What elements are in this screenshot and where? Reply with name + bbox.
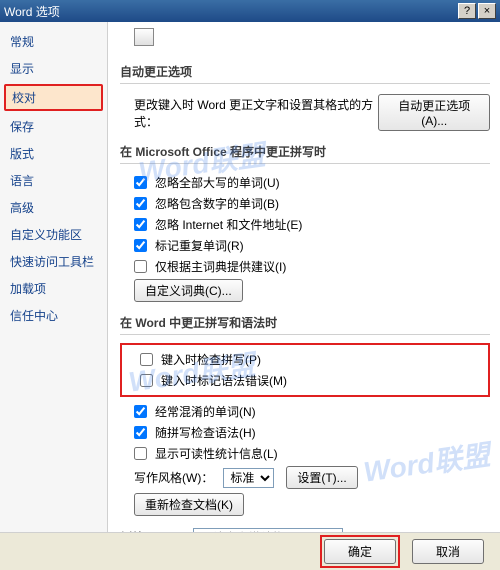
opt-readability: 显示可读性统计信息(L): [120, 443, 490, 464]
opt-confused-words: 经常混淆的单词(N): [120, 401, 490, 422]
icon-placeholder: [134, 28, 154, 46]
chk-ignore-numbers[interactable]: [134, 197, 147, 210]
autocorrect-desc: 更改键入时 Word 更正文字和设置其格式的方式：: [134, 96, 374, 130]
writing-style-label: 写作风格(W)：: [134, 469, 213, 486]
opt-check-spelling: 键入时检查拼写(P): [126, 349, 484, 370]
opt-ignore-numbers: 忽略包含数字的单词(B): [120, 193, 490, 214]
recheck-document-button[interactable]: 重新检查文档(K): [134, 493, 244, 516]
sidebar: 常规 显示 校对 保存 版式 语言 高级 自定义功能区 快速访问工具栏 加载项 …: [0, 22, 108, 532]
writing-style-select[interactable]: 标准: [223, 468, 274, 488]
writing-style-row: 写作风格(W)： 标准 设置(T)...: [120, 464, 490, 491]
section-word-head: 在 Word 中更正拼写和语法时: [120, 310, 490, 335]
highlight-box-spellgrammar: 键入时检查拼写(P) 键入时标记语法错误(M): [120, 343, 490, 397]
body: 常规 显示 校对 保存 版式 语言 高级 自定义功能区 快速访问工具栏 加载项 …: [0, 22, 500, 532]
chk-confused-words[interactable]: [134, 405, 147, 418]
cancel-button[interactable]: 取消: [412, 539, 484, 564]
chk-ignore-uppercase[interactable]: [134, 176, 147, 189]
ok-highlight: 确定: [320, 535, 400, 568]
section-exceptions-head: 例外项(X)： 网站金字塔结构.docx: [120, 524, 490, 532]
sidebar-item-addins[interactable]: 加载项: [0, 275, 107, 302]
ok-button[interactable]: 确定: [324, 539, 396, 564]
chk-ignore-internet[interactable]: [134, 218, 147, 231]
sidebar-item-general[interactable]: 常规: [0, 28, 107, 55]
sidebar-item-advanced[interactable]: 高级: [0, 194, 107, 221]
dialog-footer: 确定 取消: [0, 532, 500, 570]
sidebar-item-language[interactable]: 语言: [0, 167, 107, 194]
sidebar-item-trust[interactable]: 信任中心: [0, 302, 107, 329]
opt-main-dict-only: 仅根据主词典提供建议(I): [120, 256, 490, 277]
chk-mark-grammar[interactable]: [140, 374, 153, 387]
section-autocorrect-head: 自动更正选项: [120, 59, 490, 84]
titlebar: Word 选项 ? ×: [0, 0, 500, 22]
opt-grammar-with-spell: 随拼写检查语法(H): [120, 422, 490, 443]
opt-flag-repeat: 标记重复单词(R): [120, 235, 490, 256]
custom-dictionaries-button[interactable]: 自定义词典(C)...: [134, 279, 243, 302]
section-office-head: 在 Microsoft Office 程序中更正拼写时: [120, 139, 490, 164]
window-title: Word 选项: [4, 3, 456, 20]
content-pane: 自动更正选项 更改键入时 Word 更正文字和设置其格式的方式： 自动更正选项(…: [108, 22, 500, 532]
chk-main-dict-only[interactable]: [134, 260, 147, 273]
opt-ignore-uppercase: 忽略全部大写的单词(U): [120, 172, 490, 193]
close-button[interactable]: ×: [478, 3, 496, 19]
chk-readability[interactable]: [134, 447, 147, 460]
chk-grammar-with-spell[interactable]: [134, 426, 147, 439]
autocorrect-row: 更改键入时 Word 更正文字和设置其格式的方式： 自动更正选项(A)...: [120, 92, 490, 133]
recheck-row: 重新检查文档(K): [120, 491, 490, 518]
opt-mark-grammar: 键入时标记语法错误(M): [126, 370, 484, 391]
sidebar-item-save[interactable]: 保存: [0, 113, 107, 140]
chk-check-spelling[interactable]: [140, 353, 153, 366]
sidebar-item-layout[interactable]: 版式: [0, 140, 107, 167]
chk-flag-repeat[interactable]: [134, 239, 147, 252]
autocorrect-options-button[interactable]: 自动更正选项(A)...: [378, 94, 490, 131]
sidebar-item-proofing[interactable]: 校对: [4, 84, 103, 111]
opt-ignore-internet: 忽略 Internet 和文件地址(E): [120, 214, 490, 235]
custom-dict-row: 自定义词典(C)...: [120, 277, 490, 304]
sidebar-item-qat[interactable]: 快速访问工具栏: [0, 248, 107, 275]
writing-settings-button[interactable]: 设置(T)...: [286, 466, 357, 489]
sidebar-item-customize-ribbon[interactable]: 自定义功能区: [0, 221, 107, 248]
sidebar-item-display[interactable]: 显示: [0, 55, 107, 82]
help-button[interactable]: ?: [458, 3, 476, 19]
